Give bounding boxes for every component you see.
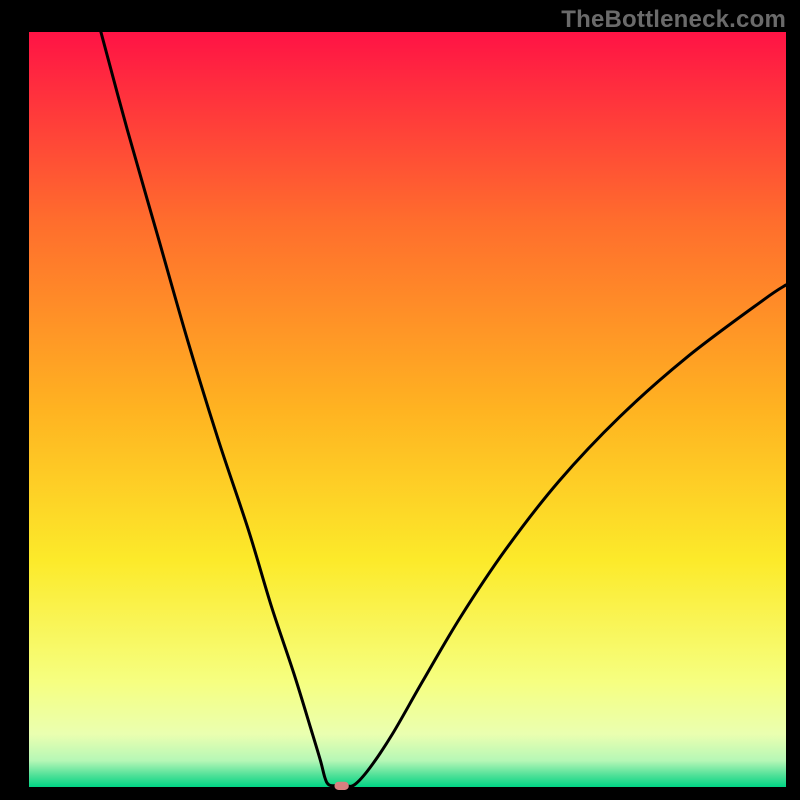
watermark-text: TheBottleneck.com (561, 6, 786, 34)
plot-background (29, 32, 786, 787)
valley-marker (334, 782, 348, 790)
chart-frame: TheBottleneck.com (0, 0, 800, 800)
bottleneck-chart (0, 0, 800, 800)
